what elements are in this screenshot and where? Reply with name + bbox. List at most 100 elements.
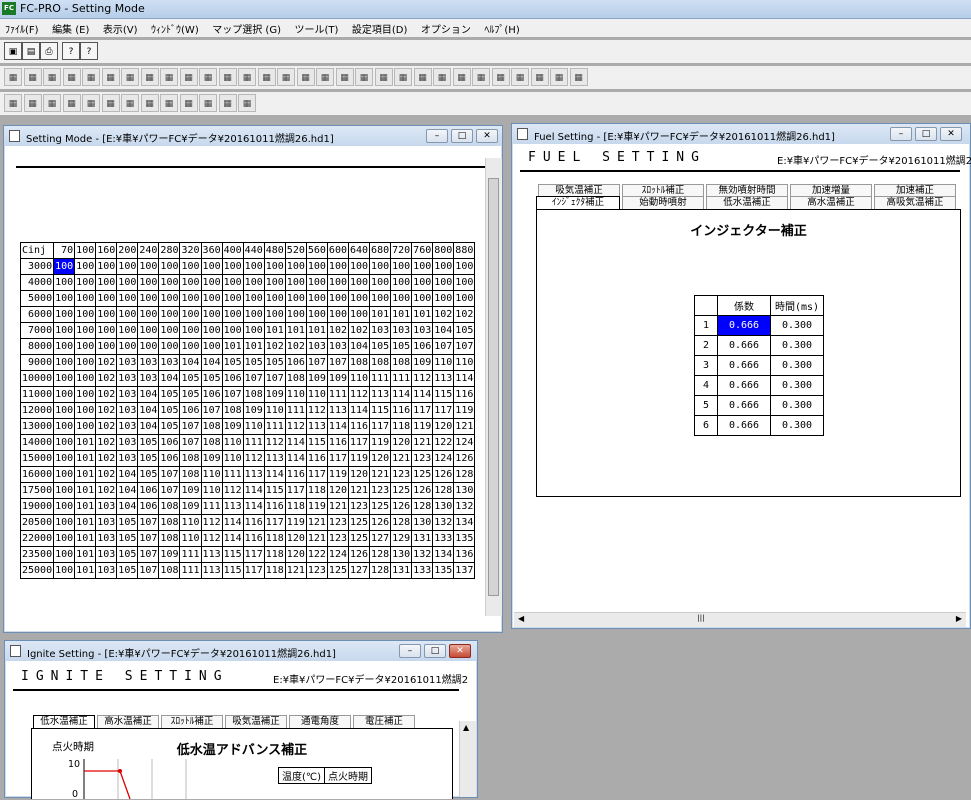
map-cell[interactable]: 116 <box>347 418 371 435</box>
map-cell[interactable]: 100 <box>53 514 76 531</box>
map-cell[interactable]: 109 <box>200 450 223 467</box>
map-cell[interactable]: 100 <box>137 322 160 339</box>
map-cell[interactable]: 110 <box>453 354 476 371</box>
map-cell[interactable]: 100 <box>95 322 118 339</box>
map-cell[interactable]: 106 <box>221 370 244 387</box>
map-cell[interactable]: 100 <box>53 418 76 435</box>
map-cell[interactable]: 102 <box>95 354 118 371</box>
map-cell[interactable]: 116 <box>242 514 265 531</box>
map-cell[interactable]: 104 <box>116 498 139 515</box>
map-cell[interactable]: 100 <box>158 290 181 307</box>
map-cell[interactable]: 102 <box>95 370 118 387</box>
map-cell[interactable]: 109 <box>179 498 202 515</box>
map-cell[interactable]: 115 <box>263 482 286 499</box>
map-cell[interactable]: 114 <box>221 514 244 531</box>
map-cell[interactable]: 100 <box>116 306 139 323</box>
maximize-button[interactable]: □ <box>424 644 446 658</box>
map-cell[interactable]: 107 <box>263 370 286 387</box>
map-cell[interactable]: 100 <box>74 354 97 371</box>
map-cell[interactable]: 101 <box>74 562 97 579</box>
map-cell[interactable]: 118 <box>390 418 413 435</box>
map-cell[interactable]: 104 <box>137 402 160 419</box>
map-cell[interactable]: 118 <box>305 482 328 499</box>
map-cell[interactable]: 103 <box>137 354 160 371</box>
map-cell[interactable]: 107 <box>137 546 160 563</box>
map-cell[interactable]: 108 <box>158 514 181 531</box>
map-cell[interactable]: 113 <box>221 498 244 515</box>
time-cell[interactable]: 0.300 <box>770 415 824 436</box>
map-cell[interactable]: 117 <box>432 402 455 419</box>
map-cell[interactable]: 100 <box>242 274 265 291</box>
toolbar-button-tb2-0-icon[interactable]: ▦ <box>4 68 22 86</box>
map-cell[interactable]: 100 <box>137 258 160 275</box>
map-cell[interactable]: 106 <box>158 434 181 451</box>
map-cell[interactable]: 100 <box>53 258 76 275</box>
menu-file[interactable]: ﾌｧｲﾙ(F) <box>0 19 44 38</box>
open-icon[interactable]: ▣ <box>4 42 22 60</box>
map-cell[interactable]: 115 <box>221 546 244 563</box>
map-cell[interactable]: 111 <box>242 434 265 451</box>
map-cell[interactable]: 100 <box>158 338 181 355</box>
map-cell[interactable]: 126 <box>432 466 455 483</box>
map-cell[interactable]: 132 <box>411 546 434 563</box>
map-cell[interactable]: 136 <box>453 546 476 563</box>
map-cell[interactable]: 108 <box>369 354 392 371</box>
map-cell[interactable]: 131 <box>411 530 434 547</box>
map-cell[interactable]: 100 <box>242 322 265 339</box>
map-cell[interactable]: 128 <box>369 546 392 563</box>
tab-injector[interactable]: ｲﾝｼﾞｪｸﾀ補正 <box>536 196 620 209</box>
map-cell[interactable]: 130 <box>453 482 476 499</box>
map-cell[interactable]: 120 <box>284 530 307 547</box>
map-cell[interactable]: 129 <box>390 530 413 547</box>
map-cell[interactable]: 123 <box>305 562 328 579</box>
map-cell[interactable]: 103 <box>95 562 118 579</box>
map-cell[interactable]: 113 <box>242 466 265 483</box>
tab-start-injection[interactable]: 始動時噴射 <box>622 196 704 209</box>
toolbar-button-tb3-6-icon[interactable]: ▦ <box>121 94 139 112</box>
map-cell[interactable]: 117 <box>242 546 265 563</box>
toolbar-button-tb2-12-icon[interactable]: ▦ <box>238 68 256 86</box>
map-cell[interactable]: 112 <box>200 514 223 531</box>
map-cell[interactable]: 132 <box>432 514 455 531</box>
map-cell[interactable]: 110 <box>179 514 202 531</box>
map-cell[interactable]: 113 <box>200 546 223 563</box>
map-cell[interactable]: 108 <box>158 498 181 515</box>
map-cell[interactable]: 137 <box>453 562 476 579</box>
map-cell[interactable]: 100 <box>200 290 223 307</box>
map-cell[interactable]: 131 <box>390 562 413 579</box>
menu-window[interactable]: ｳｨﾝﾄﾞｳ(W) <box>146 19 204 38</box>
map-cell[interactable]: 128 <box>411 498 434 515</box>
map-cell[interactable]: 108 <box>200 434 223 451</box>
map-cell[interactable]: 124 <box>432 450 455 467</box>
tab-cold-water[interactable]: 低水温補正 <box>706 196 788 209</box>
map-cell[interactable]: 105 <box>116 514 139 531</box>
map-cell[interactable]: 103 <box>158 354 181 371</box>
map-cell[interactable]: 109 <box>411 354 434 371</box>
map-cell[interactable]: 100 <box>200 258 223 275</box>
menu-help[interactable]: ﾍﾙﾌﾟ(H) <box>479 19 524 38</box>
map-cell[interactable]: 117 <box>305 466 328 483</box>
map-cell[interactable]: 119 <box>305 498 328 515</box>
map-cell[interactable]: 125 <box>411 466 434 483</box>
map-cell[interactable]: 128 <box>432 482 455 499</box>
menu-options[interactable]: オプション <box>416 19 476 38</box>
map-cell[interactable]: 103 <box>116 418 139 435</box>
map-cell[interactable]: 100 <box>95 290 118 307</box>
map-cell[interactable]: 108 <box>242 386 265 403</box>
map-cell[interactable]: 100 <box>432 258 455 275</box>
map-cell[interactable]: 112 <box>263 434 286 451</box>
map-cell[interactable]: 109 <box>305 370 328 387</box>
map-cell[interactable]: 118 <box>284 498 307 515</box>
toolbar-button-tb2-29-icon[interactable]: ▦ <box>569 68 588 86</box>
map-cell[interactable]: 109 <box>221 418 244 435</box>
map-cell[interactable]: 101 <box>369 306 392 323</box>
map-cell[interactable]: 100 <box>432 274 455 291</box>
map-cell[interactable]: 100 <box>411 274 434 291</box>
map-cell[interactable]: 117 <box>284 482 307 499</box>
map-cell[interactable]: 101 <box>74 466 97 483</box>
map-cell[interactable]: 111 <box>200 498 223 515</box>
close-button[interactable]: ✕ <box>940 127 962 141</box>
map-cell[interactable]: 100 <box>263 290 286 307</box>
map-cell[interactable]: 105 <box>116 546 139 563</box>
minimize-button[interactable]: – <box>890 127 912 141</box>
